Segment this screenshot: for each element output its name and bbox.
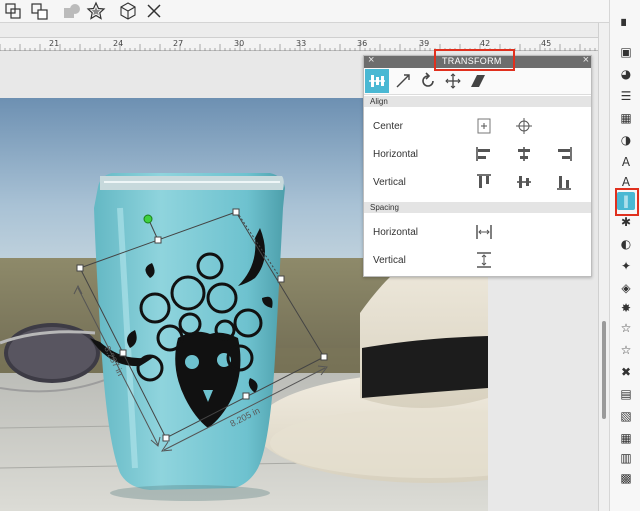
ruler-mark: 42 <box>480 39 491 48</box>
offset-icon[interactable]: ✸ <box>618 300 634 316</box>
spacing-horizontal-label: Horizontal <box>373 227 419 238</box>
title-highlight-box <box>434 49 515 71</box>
layers-icon[interactable]: ▤ <box>618 386 634 402</box>
replicate-icon[interactable]: ✱ <box>618 214 634 230</box>
grid-icon[interactable]: ▦ <box>618 430 634 446</box>
library-icon[interactable]: ☆ <box>618 320 634 336</box>
align-horizontal-label: Horizontal <box>373 149 419 160</box>
pixscan-icon[interactable]: ▥ <box>618 450 634 466</box>
ruler-background <box>0 23 598 37</box>
fill-icon[interactable]: ▦ <box>618 110 634 126</box>
space-horizontal-icon[interactable] <box>476 224 492 240</box>
spacing-vertical-label: Vertical <box>373 255 406 266</box>
ruler-mark: 30 <box>234 39 245 48</box>
ruler-mark: 24 <box>113 39 124 48</box>
ruler-mark: 21 <box>49 39 60 48</box>
box-icon[interactable] <box>118 1 138 21</box>
align-left-icon[interactable] <box>476 146 492 162</box>
transform-panel: × TRANSFORM × Align Center Horizontal Ve… <box>363 54 592 277</box>
align-right-icon[interactable] <box>556 146 572 162</box>
transform-icon-highlight-box <box>615 188 639 216</box>
trace-icon[interactable]: ◈ <box>618 280 634 296</box>
align-tab-icon[interactable] <box>365 69 389 93</box>
line-style-icon[interactable]: ☰ <box>618 88 634 104</box>
scale-tab-icon[interactable] <box>391 69 415 93</box>
panel-collapse-icon[interactable]: × <box>368 54 374 66</box>
ungroup-icon[interactable] <box>30 1 50 21</box>
knife-icon[interactable]: ✦ <box>618 258 634 274</box>
ruler-mark: 39 <box>419 39 430 48</box>
shear-tab-icon[interactable] <box>466 69 490 93</box>
ruler-mark: 45 <box>541 39 552 48</box>
side-panel-toolbar: ▘ ▣ ◕ ☰ ▦ ◑ A A ‖ ✱ ◐ ✦ ◈ ✸ ☆ ☆ ✖ ▤ ▧ ▦ ▥ ▩ <box>609 0 640 511</box>
align-middle-vertical-icon[interactable] <box>516 174 532 190</box>
compound-path-icon[interactable] <box>62 1 82 21</box>
top-toolbar <box>0 0 618 23</box>
center-target-icon[interactable] <box>516 118 532 134</box>
spacing-section-header: Spacing <box>364 202 591 213</box>
ruler-mark: 33 <box>296 39 307 48</box>
text-icon[interactable]: A <box>618 154 634 170</box>
star-icon[interactable]: ☆ <box>618 342 634 358</box>
cross-icon[interactable]: ✖ <box>618 364 634 380</box>
align-vertical-label: Vertical <box>373 177 406 188</box>
panel-close-icon[interactable]: × <box>583 54 589 66</box>
space-vertical-icon[interactable] <box>476 252 492 268</box>
align-bottom-icon[interactable] <box>556 174 572 190</box>
app-window: 21 24 27 30 33 36 39 42 45 8.287 in 8.20… <box>0 0 640 511</box>
move-tab-icon[interactable] <box>441 69 465 93</box>
send-panel-icon[interactable]: ▣ <box>618 44 634 60</box>
ruler-mark: 36 <box>357 39 368 48</box>
star-shape-icon[interactable] <box>86 1 106 21</box>
registration-icon[interactable]: ▩ <box>618 470 634 486</box>
group-icon[interactable] <box>4 1 24 21</box>
rotate-tab-icon[interactable] <box>416 69 440 93</box>
contrast-icon[interactable]: ◑ <box>618 132 634 148</box>
align-center-label: Center <box>373 121 404 132</box>
vertical-scrollbar[interactable] <box>598 23 609 511</box>
align-center-horizontal-icon[interactable] <box>516 146 532 162</box>
page-setup-icon[interactable]: ▘ <box>618 18 634 34</box>
align-section-header: Align <box>364 96 591 107</box>
ruler-mark: 27 <box>173 39 184 48</box>
center-page-icon[interactable] <box>476 118 492 134</box>
transform-tabs <box>364 68 591 95</box>
close-icon[interactable] <box>144 1 164 21</box>
print-cut-icon[interactable]: ▧ <box>618 408 634 424</box>
align-top-icon[interactable] <box>476 174 492 190</box>
modify-icon[interactable]: ◐ <box>618 236 634 252</box>
scrollbar-thumb[interactable] <box>602 321 606 419</box>
color-palette-icon[interactable]: ◕ <box>618 66 634 82</box>
